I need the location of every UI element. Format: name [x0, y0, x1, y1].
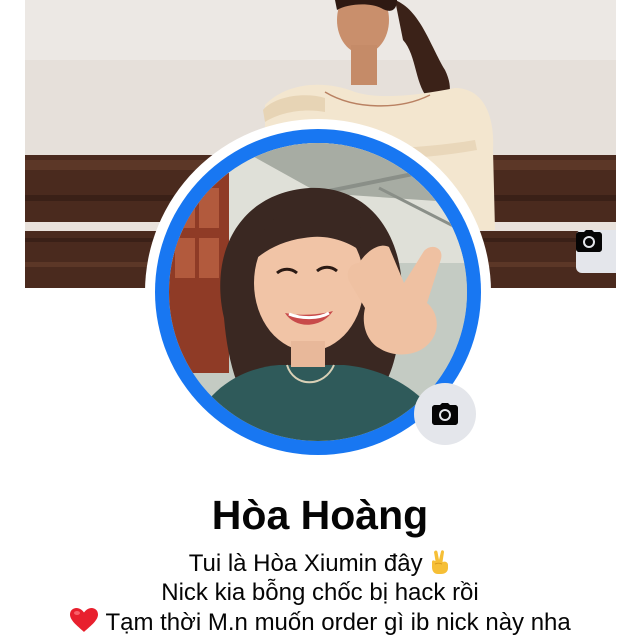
bio-line-3: Tạm thời M.n muốn order gì ib nick này n… — [0, 607, 640, 637]
bio-line-1: Tui là Hòa Xiumin đây — [0, 549, 640, 578]
camera-icon — [432, 403, 458, 425]
bio-line-3-text: Tạm thời M.n muốn order gì ib nick này n… — [105, 609, 571, 636]
red-heart-icon — [70, 608, 99, 632]
bio-line-2: Nick kia bỗng chốc bị hack rồi — [161, 579, 479, 606]
camera-icon — [576, 230, 602, 252]
victory-hand-icon — [432, 550, 449, 574]
profile-bio: Tui là Hòa Xiumin đây Nick kia bỗng chốc… — [0, 549, 640, 637]
avatar-camera-button[interactable] — [414, 383, 476, 445]
cover-camera-button[interactable] — [576, 230, 616, 273]
profile-page: Hòa Hoàng Tui là Hòa Xiumin đây Nick kia… — [0, 0, 640, 640]
profile-name: Hòa Hoàng — [211, 492, 429, 538]
bio-line-1-text: Tui là Hòa Xiumin đây — [188, 550, 423, 577]
